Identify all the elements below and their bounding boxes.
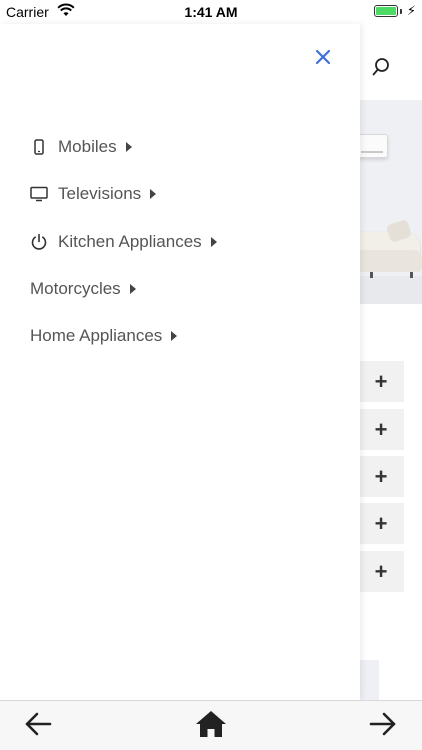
- menu-item-mobiles[interactable]: Mobiles: [30, 132, 132, 162]
- television-icon: [30, 185, 48, 203]
- sofa-seat: [360, 250, 422, 272]
- battery-tip: [400, 9, 402, 14]
- sofa-leg: [410, 272, 413, 278]
- menu-item-home-appliances[interactable]: Home Appliances: [30, 321, 178, 351]
- side-drawer: Mobiles Televisions Kitchen Appliances M…: [0, 24, 360, 700]
- expand-button[interactable]: +: [358, 361, 404, 402]
- sofa-leg: [370, 272, 373, 278]
- expand-button[interactable]: +: [358, 503, 404, 544]
- back-button[interactable]: [21, 709, 55, 743]
- caret-right-icon: [150, 189, 157, 199]
- arrow-right-icon: [369, 712, 397, 741]
- caret-right-icon: [129, 284, 136, 294]
- battery-level: [376, 7, 396, 15]
- close-drawer-button[interactable]: [310, 46, 336, 72]
- caret-right-icon: [125, 142, 132, 152]
- clock: 1:41 AM: [184, 4, 238, 20]
- expand-button[interactable]: +: [358, 456, 404, 497]
- close-icon: [315, 49, 331, 70]
- menu-item-label: Televisions: [58, 184, 142, 203]
- power-icon: [30, 233, 48, 251]
- home-icon: [195, 710, 227, 743]
- caret-right-icon: [210, 237, 217, 247]
- search-icon[interactable]: [371, 56, 391, 78]
- menu-item-label: Kitchen Appliances: [58, 232, 202, 251]
- menu-item-televisions[interactable]: Televisions: [30, 179, 157, 209]
- forward-button[interactable]: [366, 709, 400, 743]
- charging-bolt-icon: ⚡: [406, 3, 416, 18]
- menu-item-label: Mobiles: [58, 137, 117, 156]
- expand-button[interactable]: +: [358, 409, 404, 450]
- battery-icon: [374, 5, 398, 17]
- status-bar: Carrier 1:41 AM ⚡: [0, 0, 422, 24]
- floor: [360, 276, 422, 304]
- expand-button[interactable]: +: [358, 551, 404, 592]
- air-conditioner-image: [360, 134, 388, 158]
- home-button[interactable]: [194, 709, 228, 743]
- promo-banner-image[interactable]: [360, 100, 422, 304]
- arrow-left-icon: [24, 712, 52, 741]
- menu-item-label: Home Appliances: [30, 326, 163, 345]
- caret-right-icon: [171, 331, 178, 341]
- background-strip: [360, 660, 379, 700]
- menu-item-kitchen-appliances[interactable]: Kitchen Appliances: [30, 227, 217, 257]
- menu-item-motorcycles[interactable]: Motorcycles: [30, 274, 136, 304]
- menu-item-label: Motorcycles: [30, 279, 121, 298]
- mobile-phone-icon: [30, 138, 48, 156]
- bottom-navigation-bar: [0, 700, 422, 750]
